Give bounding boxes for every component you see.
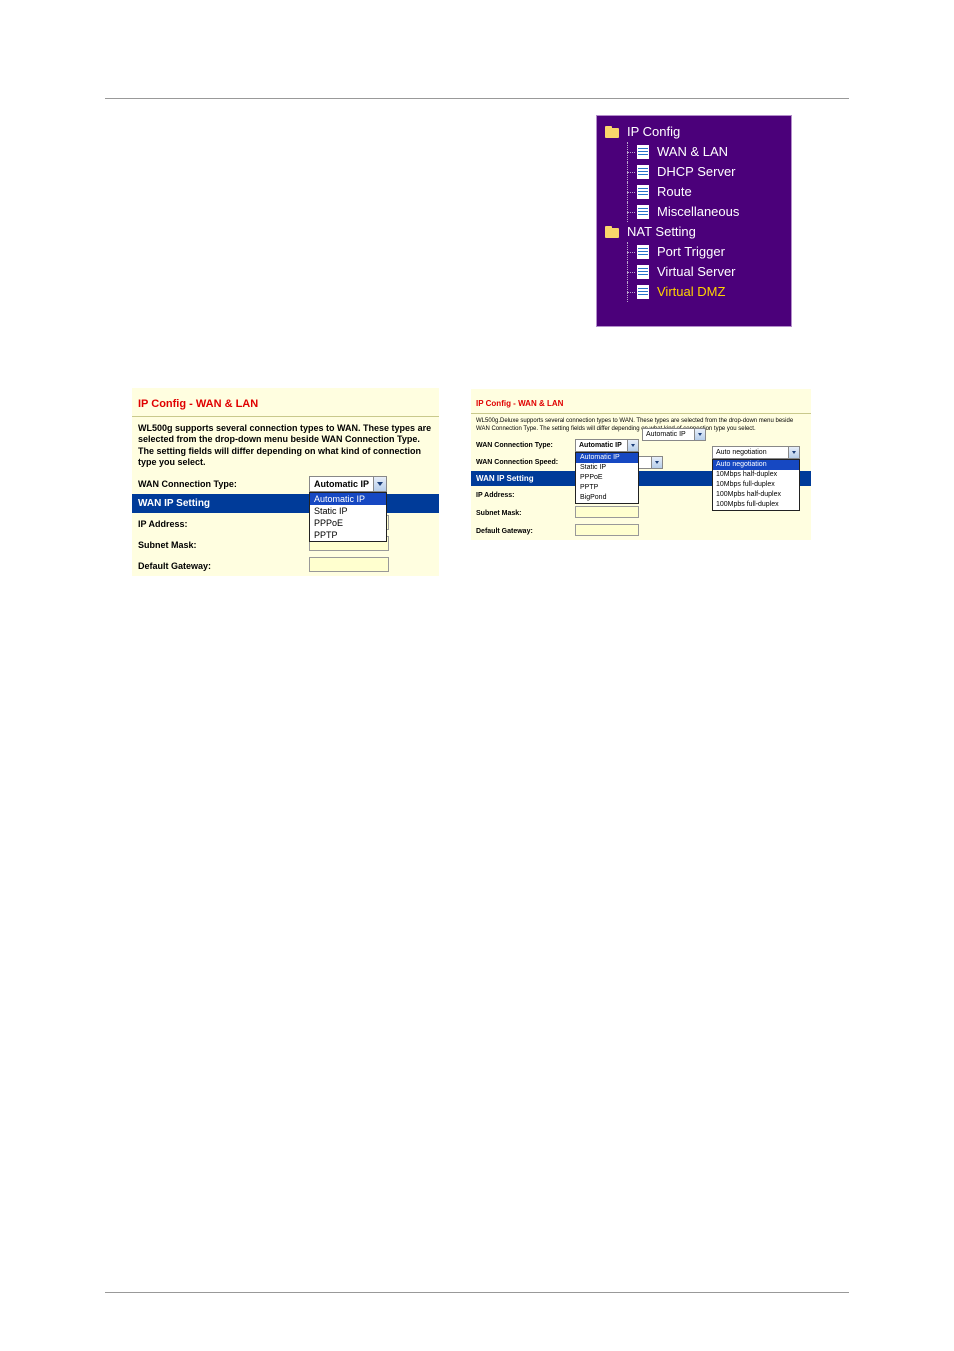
nav-label: NAT Setting <box>625 222 696 242</box>
panel-header: IP Config - WAN & LAN <box>471 389 811 414</box>
label-ip-address: IP Address: <box>471 489 571 502</box>
file-icon <box>637 145 649 159</box>
dropdown-option[interactable]: Static IP <box>576 463 638 473</box>
dropdown-option[interactable]: PPPoE <box>576 473 638 483</box>
label-default-gateway: Default Gateway: <box>471 525 571 538</box>
nav-item-route[interactable]: Route <box>601 182 787 202</box>
panel-header: IP Config - WAN & LAN <box>132 388 439 417</box>
file-icon <box>637 285 649 299</box>
wan-connection-type-dropdown[interactable]: Automatic IP Static IP PPPoE PPTP <box>309 492 387 542</box>
label-subnet-mask: Subnet Mask: <box>471 507 571 520</box>
file-icon <box>637 165 649 179</box>
dropdown-option[interactable]: BigPond <box>576 493 638 503</box>
label-subnet-mask: Subnet Mask: <box>132 536 305 554</box>
nav-item-wan-lan[interactable]: WAN & LAN <box>601 142 787 162</box>
file-icon <box>637 245 649 259</box>
label-default-gateway: Default Gateway: <box>132 557 305 575</box>
select-value: Automatic IP <box>643 431 694 438</box>
nav-label: Route <box>655 182 692 202</box>
dropdown-option[interactable]: 100Mpbs full-duplex <box>713 500 799 510</box>
panel-description: WL500g supports several connection types… <box>132 417 439 474</box>
dropdown-option[interactable]: 10Mbps full-duplex <box>713 480 799 490</box>
dropdown-option[interactable]: PPPoE <box>310 517 386 529</box>
nav-item-nat-setting[interactable]: NAT Setting <box>601 222 787 242</box>
nav-sidebar: IP Config WAN & LAN DHCP Server Route Mi… <box>596 115 792 327</box>
panel-description: WL500g.Deluxe supports several connectio… <box>471 414 811 437</box>
dropdown-option[interactable]: PPTP <box>576 483 638 493</box>
file-icon <box>637 265 649 279</box>
chevron-down-icon[interactable] <box>651 457 662 468</box>
nav-item-virtual-dmz[interactable]: Virtual DMZ <box>601 282 787 302</box>
wan-connection-type-dropdown[interactable]: Automatic IP Static IP PPPoE PPTP BigPon… <box>575 452 639 504</box>
folder-icon <box>605 226 619 238</box>
label-ip-address: IP Address: <box>132 515 305 533</box>
nav-label: Port Trigger <box>655 242 725 262</box>
dropdown-option[interactable]: PPTP <box>310 529 386 541</box>
panel-title: IP Config - WAN & LAN <box>476 399 563 408</box>
file-icon <box>637 205 649 219</box>
wan-connection-speed-dropdown[interactable]: Auto negotiation 10Mbps half-duplex 10Mb… <box>712 459 800 511</box>
dropdown-option[interactable]: Automatic IP <box>310 493 386 505</box>
wan-ip-setting-banner: WAN IP Setting <box>132 494 439 513</box>
nav-item-misc[interactable]: Miscellaneous <box>601 202 787 222</box>
chevron-down-icon[interactable] <box>373 477 386 491</box>
dropdown-option[interactable]: 100Mpbs half-duplex <box>713 490 799 500</box>
nav-label: Miscellaneous <box>655 202 739 222</box>
wan-connection-type-select[interactable]: Automatic IP <box>575 439 639 452</box>
select-value: Auto negotiation <box>713 449 788 456</box>
nav-label: IP Config <box>625 122 680 142</box>
nav-item-ip-config[interactable]: IP Config <box>601 122 787 142</box>
nav-label: WAN & LAN <box>655 142 728 162</box>
default-gateway-input[interactable] <box>575 524 639 536</box>
select-value: Automatic IP <box>310 479 373 489</box>
dropdown-option[interactable]: Auto negotiation <box>713 460 799 470</box>
dropdown-option[interactable]: Static IP <box>310 505 386 517</box>
nav-label: DHCP Server <box>655 162 736 182</box>
nav-label: Virtual DMZ <box>655 282 725 302</box>
ip-config-panel-left: IP Config - WAN & LAN WL500g supports se… <box>132 388 439 576</box>
label-conn-speed: WAN Connection Speed: <box>471 456 571 469</box>
subnet-mask-input[interactable] <box>575 506 639 518</box>
dropdown-option[interactable]: Automatic IP <box>576 453 638 463</box>
wan-connection-speed-select-popout[interactable]: Auto negotiation <box>712 446 800 459</box>
label-conn-type: WAN Connection Type: <box>132 475 305 493</box>
file-icon <box>637 185 649 199</box>
panel-title: IP Config - WAN & LAN <box>138 398 258 410</box>
select-value: Automatic IP <box>576 442 627 449</box>
wan-connection-type-select[interactable]: Automatic IP <box>309 476 387 492</box>
nav-item-port-trigger[interactable]: Port Trigger <box>601 242 787 262</box>
nav-label: Virtual Server <box>655 262 736 282</box>
nav-item-virtual-server[interactable]: Virtual Server <box>601 262 787 282</box>
chevron-down-icon[interactable] <box>627 440 638 451</box>
folder-icon <box>605 126 619 138</box>
chevron-down-icon[interactable] <box>788 447 799 458</box>
chevron-down-icon[interactable] <box>694 429 705 440</box>
label-conn-type: WAN Connection Type: <box>471 439 571 452</box>
default-gateway-input[interactable] <box>309 557 389 572</box>
nav-item-dhcp-server[interactable]: DHCP Server <box>601 162 787 182</box>
dropdown-option[interactable]: 10Mbps half-duplex <box>713 470 799 480</box>
wan-connection-type-select-popout[interactable]: Automatic IP <box>642 428 706 441</box>
